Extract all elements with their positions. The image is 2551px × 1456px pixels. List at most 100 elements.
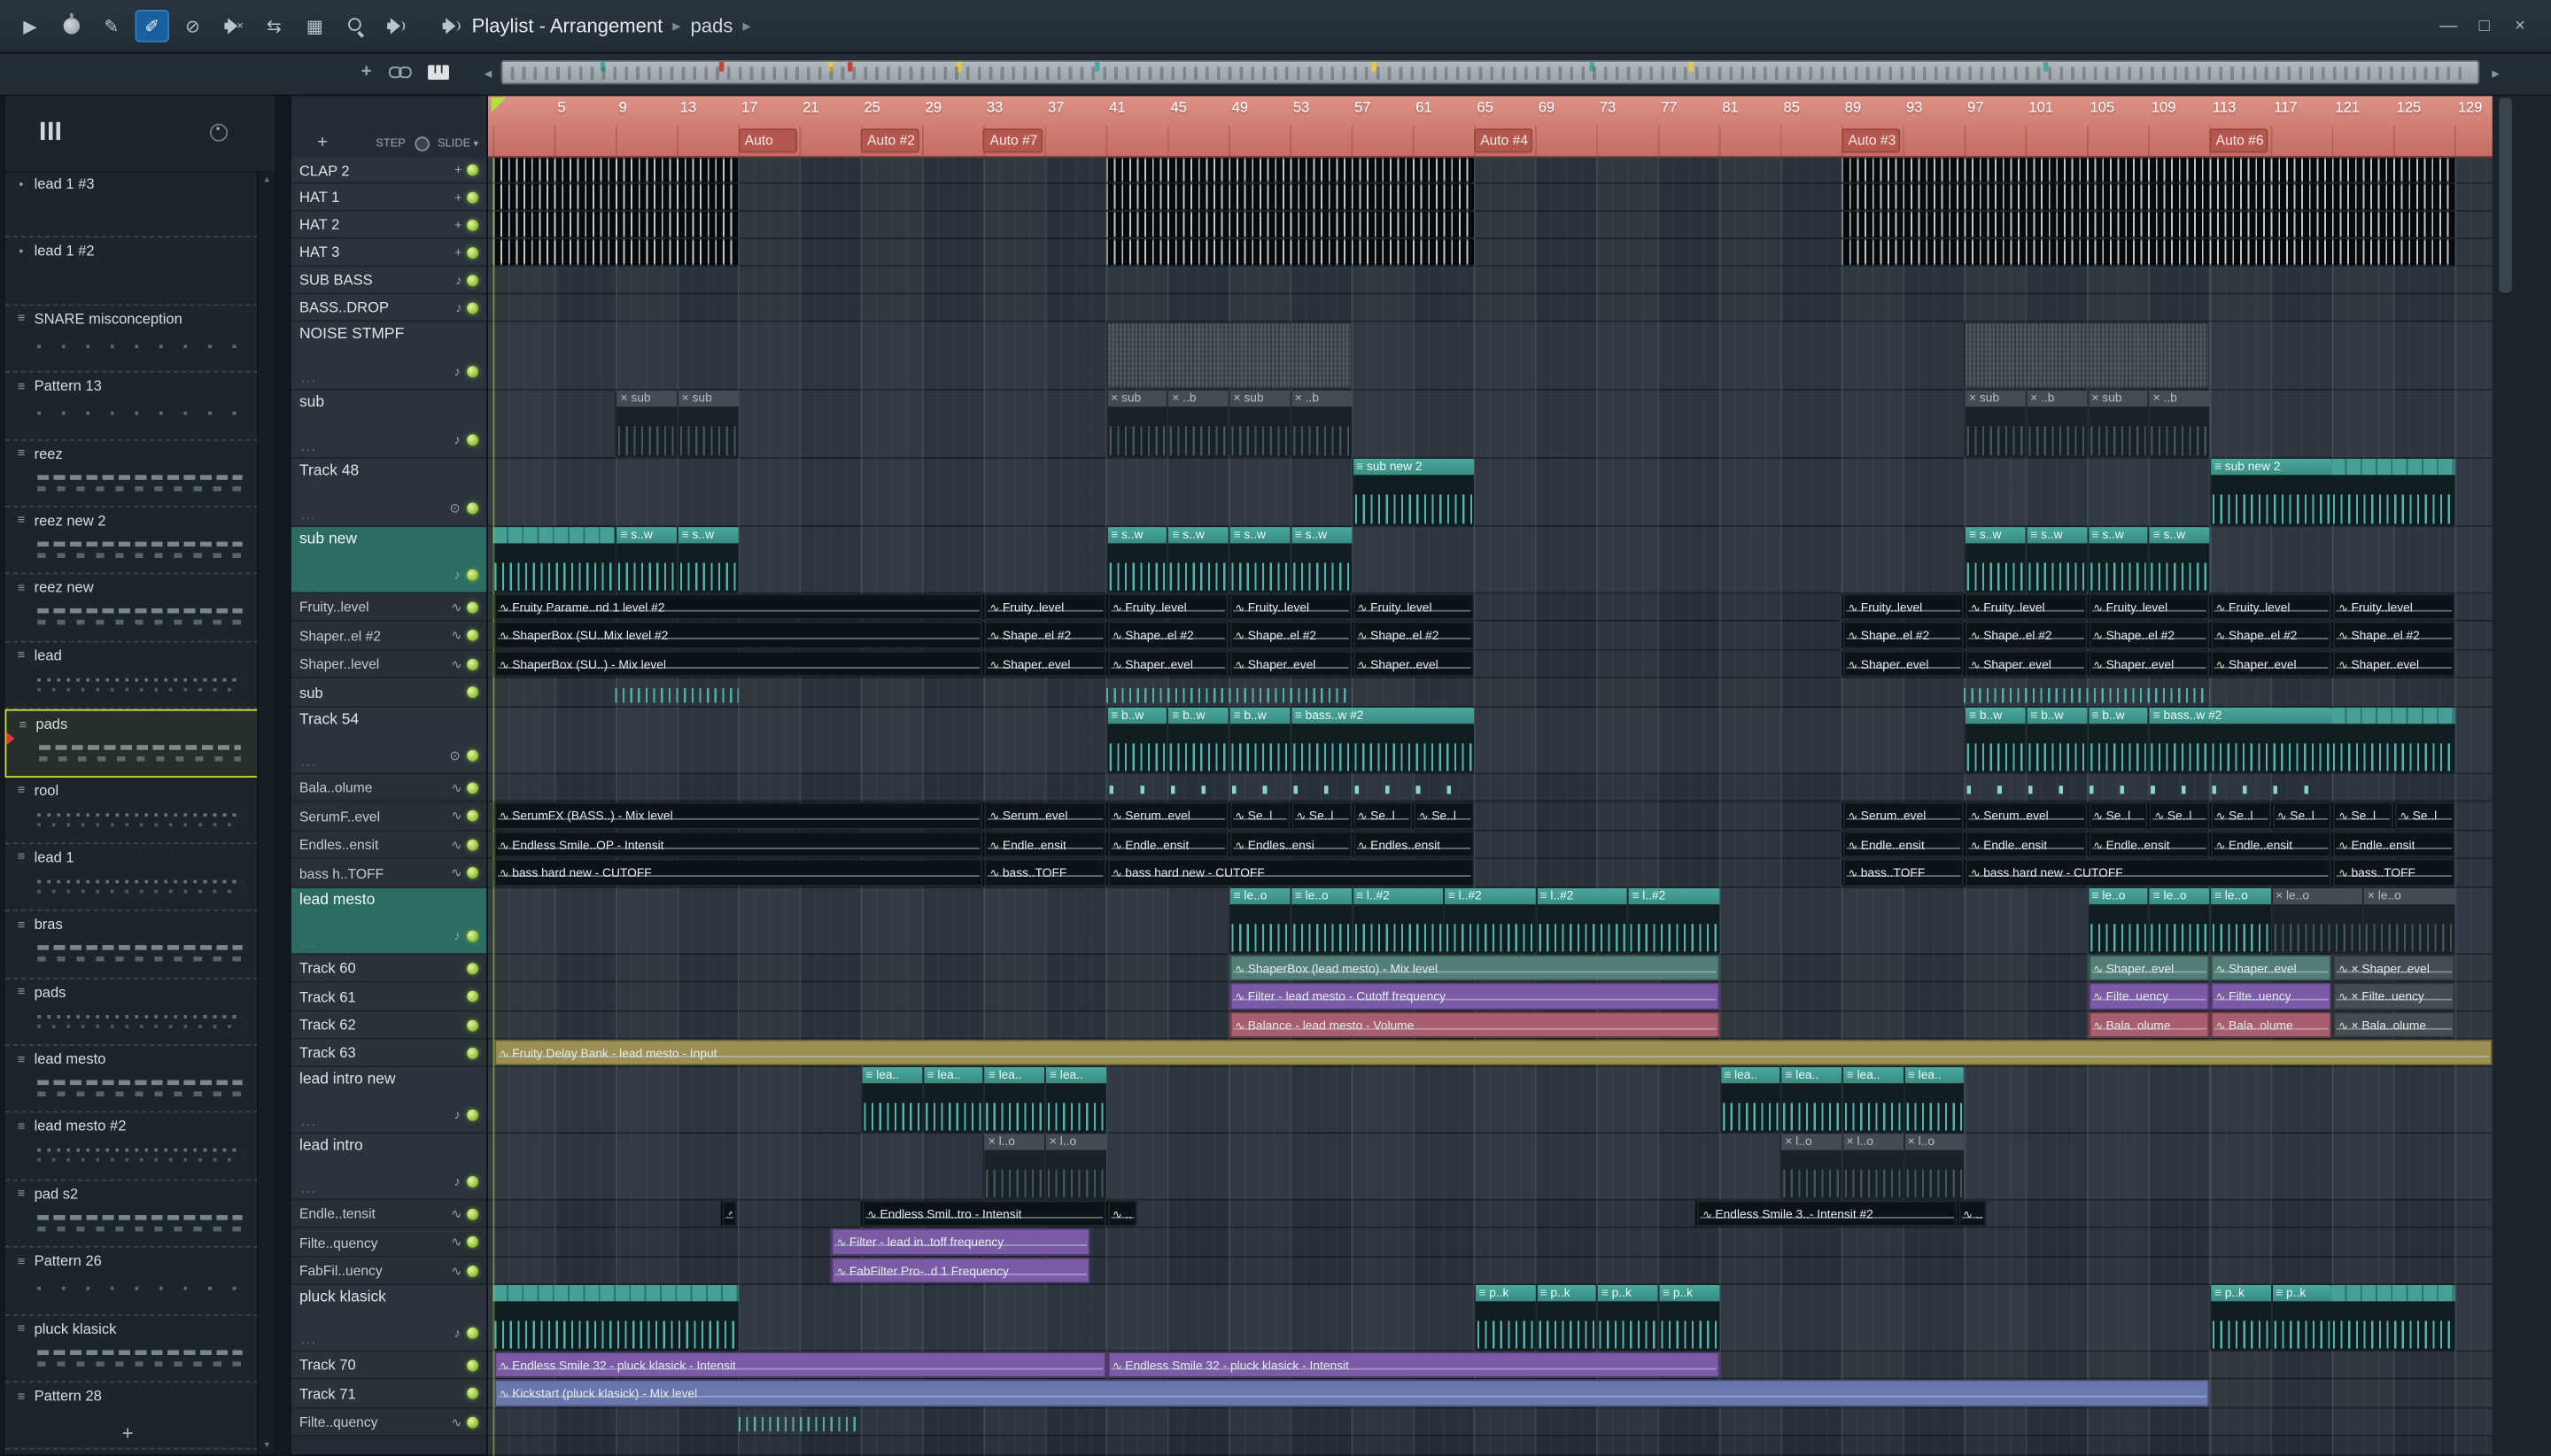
clip[interactable]: Shape..el #2 (2209, 621, 2332, 649)
clip[interactable]: le..o (2209, 887, 2271, 954)
track-header[interactable]: Endle..tensit ∿ (291, 1200, 487, 1228)
clip[interactable]: Filter - lead mesto - Cutoff frequency (1229, 982, 1719, 1011)
clip[interactable]: Shape..el #2 (2331, 621, 2455, 649)
track-mute-led[interactable] (467, 1265, 478, 1276)
track-mute-led[interactable] (467, 164, 478, 176)
track-header[interactable]: SerumF..evel ∿ (291, 802, 487, 832)
track-lane[interactable] (488, 1200, 2493, 1228)
clip[interactable]: × ..b (2148, 390, 2210, 458)
track-header[interactable]: HAT 1 + (291, 183, 487, 212)
clip[interactable]: Fruity Parame..nd 1 level #2 (492, 593, 984, 620)
clip[interactable]: Shape..el #2 (1842, 621, 1965, 649)
clip[interactable] (2331, 458, 2455, 526)
track-mute-led[interactable] (467, 366, 478, 378)
clip[interactable]: Bala..olume (2086, 1011, 2210, 1038)
clip[interactable]: ShaperBox (lead mesto) - Mix level (1229, 955, 1719, 981)
track-header[interactable]: Bala..olume ∿ (291, 774, 487, 802)
clip[interactable]: lea.. (921, 1066, 984, 1133)
track-header[interactable]: Track 71 (291, 1379, 487, 1409)
clip[interactable]: Shaper..evel (1105, 650, 1229, 678)
track-mute-led[interactable] (467, 434, 478, 446)
clip[interactable]: Endles..ensi (1229, 831, 1352, 857)
track-mute-led[interactable] (467, 1235, 478, 1248)
clip[interactable]: le..o (2086, 887, 2149, 954)
clip[interactable]: FabFilter Pro-..d 1 Frequency (830, 1257, 1091, 1284)
clip[interactable] (1965, 774, 2332, 800)
clip[interactable]: le..o (1290, 887, 1352, 954)
clip[interactable] (1842, 158, 2455, 182)
clip[interactable]: × ..b (2025, 390, 2087, 458)
clip[interactable] (1105, 158, 1474, 182)
clip[interactable]: bass..TOFF (1842, 858, 1965, 887)
delete-tool-icon[interactable]: ⊘ (175, 10, 210, 43)
clip[interactable]: s..w (1105, 527, 1167, 592)
clip[interactable]: Se..l (2392, 802, 2455, 830)
track-mute-led[interactable] (467, 1207, 478, 1220)
picker-item[interactable]: ≡ pad s2 (4, 1181, 260, 1249)
track-header[interactable]: Shaper..level ∿ (291, 650, 487, 678)
auto-marker[interactable]: Auto #3 (1842, 128, 1901, 153)
playlist-grid[interactable]: × sub × sub × sub × ..b × sub × ..b × sub × ..b… (488, 158, 2493, 1456)
clip[interactable]: p..k (1473, 1285, 1536, 1351)
clip[interactable]: p..k (1535, 1285, 1597, 1351)
clip[interactable]: Fruity..level (2086, 593, 2210, 620)
clip[interactable]: s..w (1229, 527, 1291, 592)
clip[interactable]: lea.. (1718, 1066, 1780, 1133)
clip[interactable]: Endless Smile 32 - pluck klasick - Inten… (1105, 1351, 1719, 1378)
clip[interactable]: Se..l (2148, 802, 2210, 830)
clip[interactable]: Se..l (1290, 802, 1352, 830)
select-tool-icon[interactable]: ▦ (298, 10, 332, 43)
clip[interactable]: b..w (2086, 707, 2149, 773)
draw-tool-icon[interactable]: ✎ (95, 10, 129, 43)
clip[interactable]: s..w (2086, 527, 2149, 592)
play-icon[interactable]: ▶ (13, 10, 48, 43)
clip[interactable] (1842, 238, 2455, 266)
clip[interactable]: b..w (2025, 707, 2087, 773)
clip[interactable]: b..w (1105, 707, 1167, 773)
track-mute-led[interactable] (467, 246, 478, 259)
clip[interactable]: bass hard new - CUTOFF (1964, 858, 2332, 887)
clip[interactable]: Bala..olume (2209, 1011, 2332, 1038)
patterns-tab-icon[interactable] (40, 121, 60, 140)
clip[interactable]: Se..l (2331, 802, 2393, 830)
clip[interactable]: × sub (677, 390, 739, 458)
clip[interactable]: Endle..ensit (2086, 831, 2210, 857)
clip[interactable]: × l..o (1903, 1134, 1965, 1199)
track-header[interactable]: Endles..ensit ∿ (291, 831, 487, 859)
clip[interactable]: bass..TOFF (2331, 858, 2455, 887)
close-button[interactable]: × (2506, 12, 2535, 41)
auto-marker[interactable]: Auto (738, 128, 797, 153)
track-header[interactable]: Track 54... ⊙ (291, 707, 487, 775)
track-lane[interactable] (488, 267, 2493, 295)
clip[interactable]: ShaperBox (SU..Mix level #2 (492, 621, 984, 649)
track-mute-led[interactable] (467, 1109, 478, 1121)
picker-item[interactable]: ≡ Pattern 26 (4, 1248, 260, 1316)
clip[interactable]: × l..o (983, 1134, 1045, 1199)
picker-item[interactable]: ≡ lead 1 (4, 844, 260, 912)
clip[interactable]: bass..TOFF (983, 858, 1106, 887)
track-mute-led[interactable] (467, 274, 478, 286)
clip[interactable]: p..k (2270, 1285, 2332, 1351)
clip[interactable]: bass..w #2 (1290, 707, 1474, 773)
scroll-down-icon[interactable]: ▾ (260, 1440, 274, 1451)
vertical-scrollbar[interactable] (2499, 97, 2512, 293)
clip[interactable]: Serum..evel (1842, 802, 1965, 830)
track-header[interactable]: Track 61 (291, 982, 487, 1012)
scroll-right-button[interactable]: ▸ (2486, 62, 2506, 85)
picker-scrollbar[interactable]: ▴ ▾ (257, 170, 275, 1455)
picker-item[interactable]: ≡ rool (4, 777, 260, 845)
add-track-button[interactable]: + (317, 134, 328, 153)
clip[interactable]: s..w (1290, 527, 1352, 592)
track-header[interactable]: Track 60 (291, 955, 487, 983)
track-header[interactable]: lead intro new... ♪ (291, 1066, 487, 1135)
clip[interactable]: Endless Smile 3..- Intensit #2 (1695, 1200, 1957, 1227)
clip[interactable]: Endless Smile..OP - Intensit (492, 831, 984, 857)
clip[interactable]: × sub (1964, 390, 2026, 458)
clip[interactable]: p..k (1657, 1285, 1719, 1351)
track-header[interactable]: lead mesto... ♪ (291, 887, 487, 956)
clip[interactable]: lea.. (860, 1066, 922, 1133)
track-mute-led[interactable] (467, 301, 478, 314)
track-mute-led[interactable] (467, 781, 478, 794)
clip[interactable]: b..w (1964, 707, 2026, 773)
clip[interactable]: Se..l (1412, 802, 1474, 830)
